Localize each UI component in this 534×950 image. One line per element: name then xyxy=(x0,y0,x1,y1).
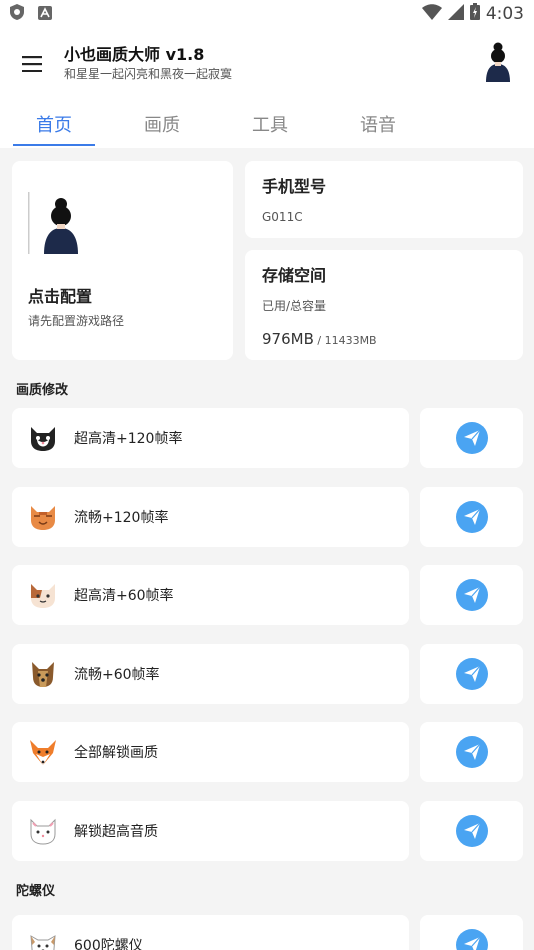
status-bar: 4:03 xyxy=(0,0,534,28)
signal-icon xyxy=(447,3,464,25)
storage-title: 存储空间 xyxy=(262,266,327,285)
character-avatar-image xyxy=(28,192,88,254)
tab-home[interactable]: 首页 xyxy=(0,100,108,148)
config-subtitle: 请先配置游戏路径 xyxy=(28,314,125,328)
list-item-label: 流畅+60帧率 xyxy=(74,667,160,683)
storage-label: 已用/总容量 xyxy=(262,299,327,313)
send-button[interactable] xyxy=(420,565,523,625)
phone-model-value: G011C xyxy=(262,210,303,224)
send-button[interactable] xyxy=(420,408,523,468)
send-button[interactable] xyxy=(420,644,523,704)
app-bar: 小也画质大师 v1.8 和星星一起闪亮和黑夜一起寂寞 xyxy=(0,28,534,100)
list-item-label: 超高清+120帧率 xyxy=(74,431,183,447)
list-item[interactable]: 超高清+120帧率 xyxy=(12,408,409,468)
yorkie-dog-icon xyxy=(28,659,58,689)
list-item[interactable]: 超高清+60帧率 xyxy=(12,565,409,625)
storage-total: / 11433MB xyxy=(313,334,377,347)
storage-used: 976MB xyxy=(262,330,314,348)
fox-icon xyxy=(28,737,58,767)
tab-bar: 首页 画质 工具 语音 xyxy=(0,100,534,148)
app-title: 小也画质大师 v1.8 xyxy=(64,45,205,64)
list-item[interactable]: 600陀螺仪 xyxy=(12,915,409,950)
tab-quality[interactable]: 画质 xyxy=(108,100,216,148)
orange-cat-icon xyxy=(28,502,58,532)
font-notification-icon xyxy=(38,5,52,24)
menu-button[interactable] xyxy=(0,32,64,96)
paper-plane-icon xyxy=(463,936,480,950)
paper-plane-icon xyxy=(463,586,480,603)
battery-icon xyxy=(469,3,480,25)
list-item-label: 超高清+60帧率 xyxy=(74,588,174,604)
list-item-label: 600陀螺仪 xyxy=(74,938,143,950)
profile-avatar[interactable] xyxy=(482,42,514,82)
hamburger-menu-icon xyxy=(22,56,42,72)
send-button[interactable] xyxy=(420,801,523,861)
shield-notification-icon xyxy=(10,4,24,24)
list-item[interactable]: 解锁超高音质 xyxy=(12,801,409,861)
list-item[interactable]: 流畅+60帧率 xyxy=(12,644,409,704)
paper-plane-icon xyxy=(463,665,480,682)
app-subtitle: 和星星一起闪亮和黑夜一起寂寞 xyxy=(64,67,233,81)
black-white-cat-icon xyxy=(28,423,58,453)
white-dog-icon xyxy=(28,930,58,950)
send-button[interactable] xyxy=(420,487,523,547)
calico-cat-icon xyxy=(28,580,58,610)
phone-model-title: 手机型号 xyxy=(262,177,327,196)
config-title: 点击配置 xyxy=(28,287,93,306)
list-item-label: 流畅+120帧率 xyxy=(74,510,169,526)
section-title-quality: 画质修改 xyxy=(16,383,69,398)
list-item[interactable]: 流畅+120帧率 xyxy=(12,487,409,547)
list-item-label: 解锁超高音质 xyxy=(74,824,158,840)
storage-card: 存储空间 已用/总容量 976MB / 11433MB xyxy=(245,250,523,360)
list-item[interactable]: 全部解锁画质 xyxy=(12,722,409,782)
storage-values: 976MB / 11433MB xyxy=(262,330,377,348)
white-cat-icon xyxy=(28,816,58,846)
tab-voice[interactable]: 语音 xyxy=(324,100,432,148)
send-button[interactable] xyxy=(420,915,523,950)
wifi-icon xyxy=(421,3,442,25)
config-card[interactable]: 点击配置 请先配置游戏路径 xyxy=(12,161,233,360)
send-button[interactable] xyxy=(420,722,523,782)
paper-plane-icon xyxy=(463,429,480,446)
tab-tools[interactable]: 工具 xyxy=(216,100,324,148)
paper-plane-icon xyxy=(463,743,480,760)
paper-plane-icon xyxy=(463,822,480,839)
clock-time: 4:03 xyxy=(485,4,524,24)
list-item-label: 全部解锁画质 xyxy=(74,745,158,761)
paper-plane-icon xyxy=(463,508,480,525)
section-title-gyro: 陀螺仪 xyxy=(16,884,56,899)
phone-model-card: 手机型号 G011C xyxy=(245,161,523,238)
